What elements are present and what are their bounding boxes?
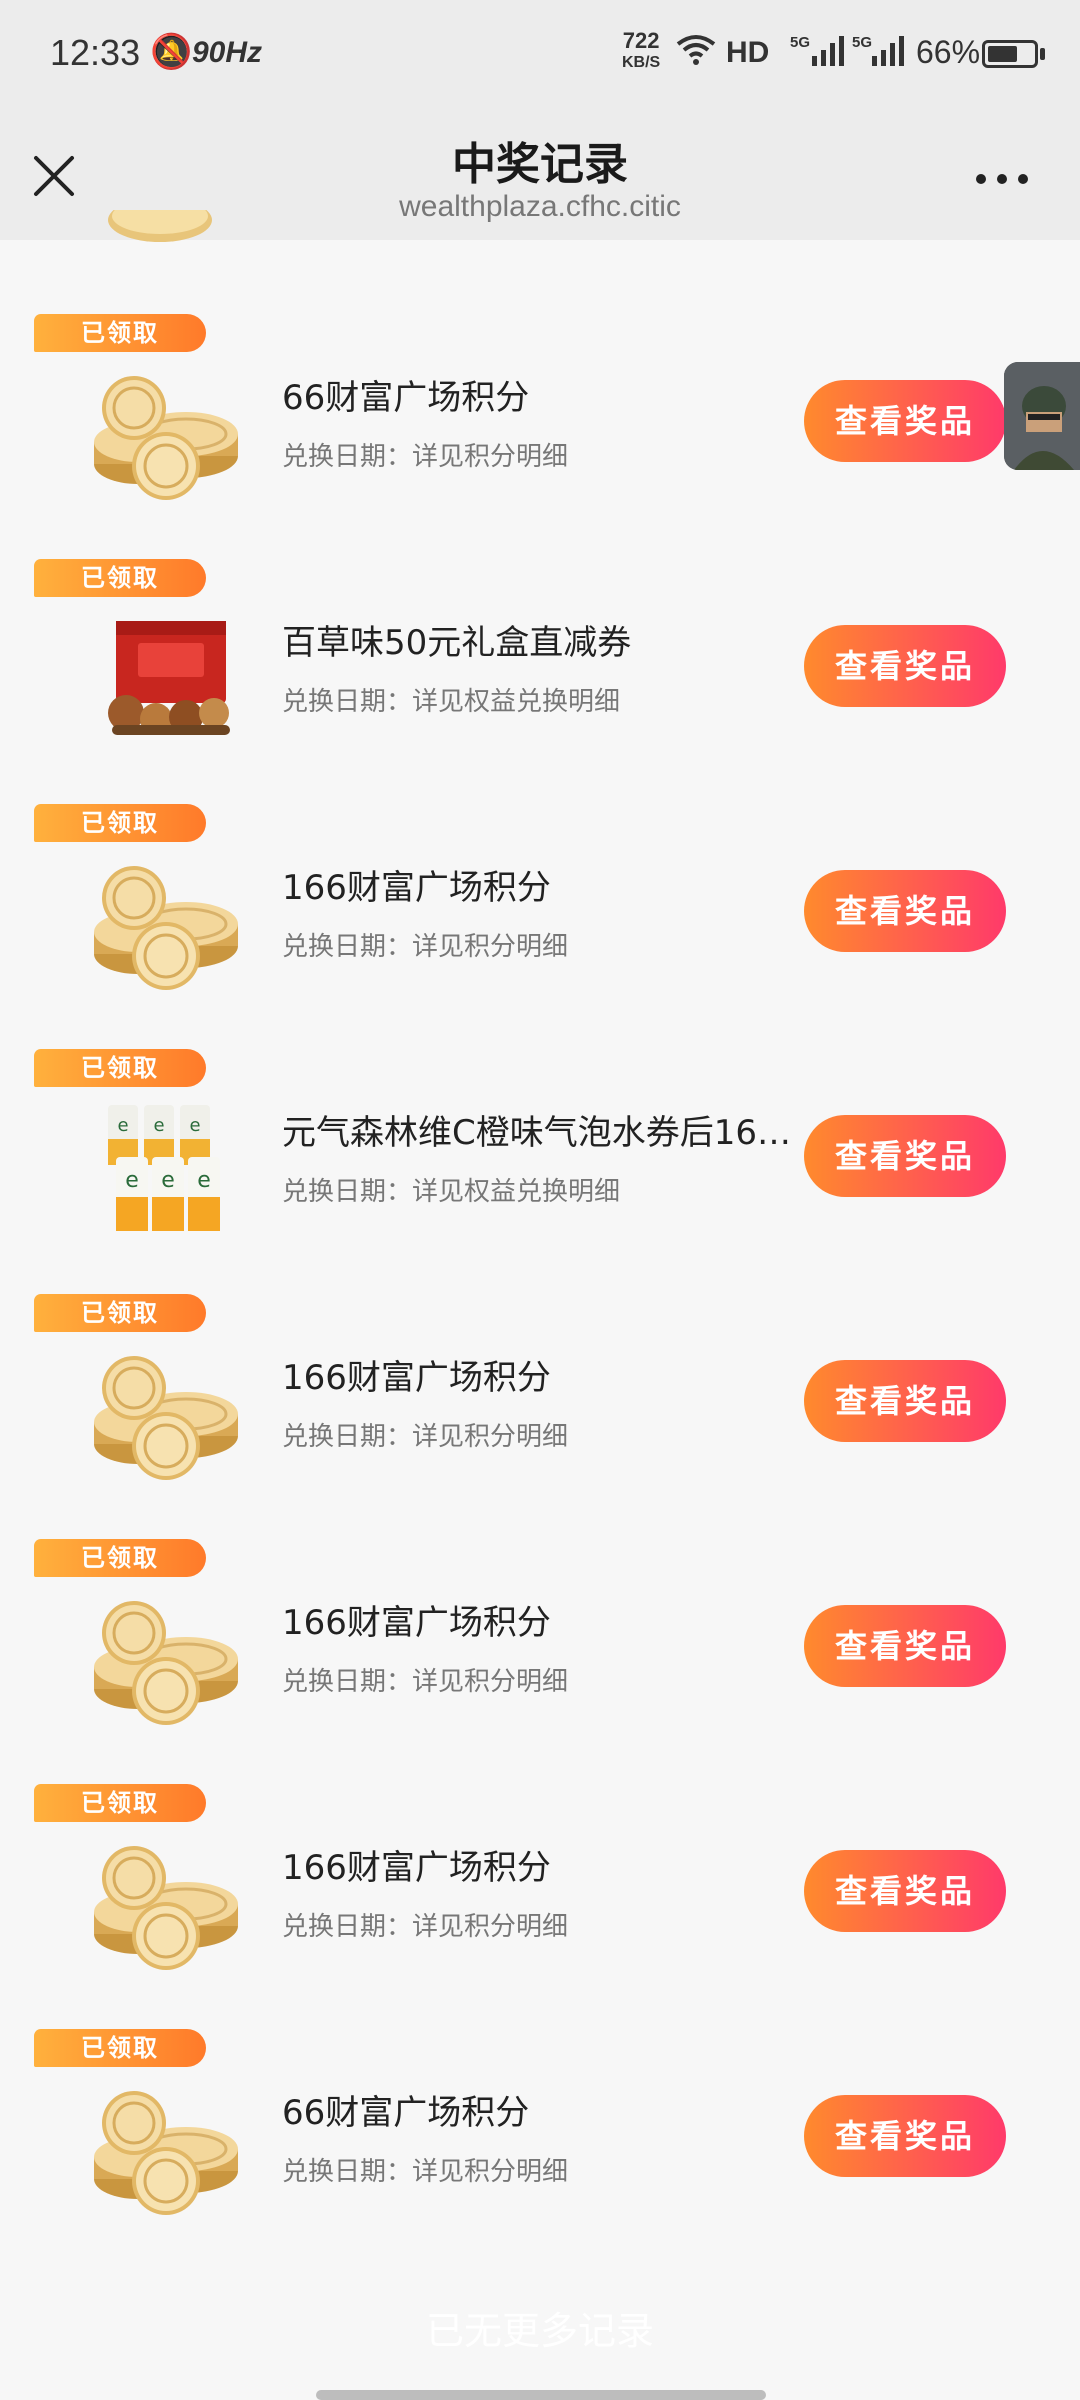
claimed-badge: 已领取 <box>34 314 206 352</box>
battery-icon <box>982 40 1038 68</box>
view-prize-button[interactable]: 查看奖品 <box>804 1115 1006 1197</box>
prize-title: 元气森林维C橙味气泡水券后16.... <box>282 1113 792 1153</box>
prize-record-item: 已领取 66财富广场积分兑换日期：详见积分明细 查看奖品 <box>0 314 1080 559</box>
hd-voice-label: HD <box>726 36 770 69</box>
prize-title: 66财富广场积分 <box>282 378 530 418</box>
redeem-date-text: 兑换日期：详见积分明细 <box>282 2157 569 2187</box>
prize-record-item: 已领取 166财富广场积分兑换日期：详见积分明细 查看奖品 <box>0 1784 1080 2029</box>
prize-title: 66财富广场积分 <box>282 2093 530 2133</box>
redeem-date-text: 兑换日期：详见权益兑换明细 <box>282 687 621 717</box>
coin-stack-icon <box>86 1344 246 1484</box>
prize-record-item: 已领取 百草味50元礼盒直减券兑换日期：详见权益兑换明细 查看奖品 <box>0 559 1080 804</box>
coin-stack-icon <box>86 1589 246 1729</box>
more-options-icon[interactable] <box>976 172 1032 192</box>
view-prize-button[interactable]: 查看奖品 <box>804 380 1006 462</box>
claimed-badge: 已领取 <box>34 559 206 597</box>
svg-text:e: e <box>189 1115 200 1136</box>
prize-record-item: 已领取 166财富广场积分兑换日期：详见积分明细 查看奖品 <box>0 804 1080 1049</box>
redeem-date-text: 兑换日期：详见积分明细 <box>282 1667 569 1697</box>
claimed-badge: 已领取 <box>34 2029 206 2067</box>
view-prize-button[interactable]: 查看奖品 <box>804 1850 1006 1932</box>
coin-stack-icon <box>86 854 246 994</box>
redeem-date-text: 兑换日期：详见积分明细 <box>282 1912 569 1942</box>
coin-stack-icon <box>86 364 246 504</box>
soda-cans-icon: e e e e e e <box>86 1099 246 1239</box>
prize-title: 166财富广场积分 <box>282 1848 551 1888</box>
redeem-date-text: 兑换日期：详见权益兑换明细 <box>282 1177 621 1207</box>
battery-tip <box>1040 48 1045 60</box>
status-bar: 12:33 🔕 90Hz 722 KB/S HD 5G 5G 66% <box>0 0 1080 110</box>
sim1-network-label: 5G <box>790 34 811 51</box>
battery-percent: 66% <box>916 34 981 70</box>
claimed-badge: 已领取 <box>34 1294 206 1332</box>
view-prize-button[interactable]: 查看奖品 <box>804 625 1006 707</box>
coin-stack-icon <box>86 2079 246 2219</box>
claimed-badge: 已领取 <box>34 804 206 842</box>
floating-avatar-bubble[interactable] <box>1004 362 1080 470</box>
net-speed: 722 KB/S <box>622 28 661 72</box>
prize-title: 166财富广场积分 <box>282 1358 551 1398</box>
refresh-rate: 90Hz <box>192 36 263 69</box>
sim2-network-label: 5G <box>852 34 873 51</box>
view-prize-button[interactable]: 查看奖品 <box>804 1360 1006 1442</box>
view-prize-button[interactable]: 查看奖品 <box>804 1605 1006 1687</box>
wifi-icon <box>676 35 716 65</box>
redeem-date-text: 兑换日期：详见积分明细 <box>282 1422 569 1452</box>
prize-record-item: 已领取 e e e e e e 元气森林维C橙味气泡水券后16.... 兑换日期：详… <box>0 1049 1080 1294</box>
view-prize-button[interactable]: 查看奖品 <box>804 870 1006 952</box>
status-time: 12:33 <box>50 32 141 73</box>
coin-stack-icon <box>108 210 212 242</box>
svg-text:e: e <box>197 1168 211 1193</box>
prize-record-item: 已领取 166财富广场积分兑换日期：详见积分明细 查看奖品 <box>0 1539 1080 1784</box>
prize-title: 166财富广场积分 <box>282 868 551 908</box>
prize-title: 百草味50元礼盒直减券 <box>282 623 632 663</box>
svg-text:e: e <box>153 1115 164 1136</box>
page-title: 中奖记录 <box>452 139 628 190</box>
prize-record-item: 已领取 166财富广场积分兑换日期：详见积分明细 查看奖品 <box>0 1294 1080 1539</box>
claimed-badge: 已领取 <box>34 1784 206 1822</box>
claimed-badge: 已领取 <box>34 1539 206 1577</box>
redeem-date-text: 兑换日期：详见积分明细 <box>282 442 569 472</box>
gift-box-icon <box>86 609 246 749</box>
signal-strength-icon <box>872 36 904 66</box>
prize-record-item: 已领取 66财富广场积分兑换日期：详见积分明细 查看奖品 <box>0 2029 1080 2274</box>
end-of-list-text: 已无更多记录 <box>425 2309 654 2353</box>
claimed-badge: 已领取 <box>34 1049 206 1087</box>
svg-text:e: e <box>125 1168 139 1193</box>
signal-strength-icon <box>812 36 844 66</box>
svg-text:e: e <box>117 1115 128 1136</box>
coin-stack-icon <box>86 1834 246 1974</box>
home-indicator[interactable] <box>316 2390 766 2400</box>
soldier-avatar-icon <box>1004 362 1080 470</box>
redeem-date-text: 兑换日期：详见积分明细 <box>282 932 569 962</box>
mute-bell-icon: 🔕 <box>150 32 193 72</box>
prize-title: 166财富广场积分 <box>282 1603 551 1643</box>
svg-text:e: e <box>161 1168 175 1193</box>
view-prize-button[interactable]: 查看奖品 <box>804 2095 1006 2177</box>
